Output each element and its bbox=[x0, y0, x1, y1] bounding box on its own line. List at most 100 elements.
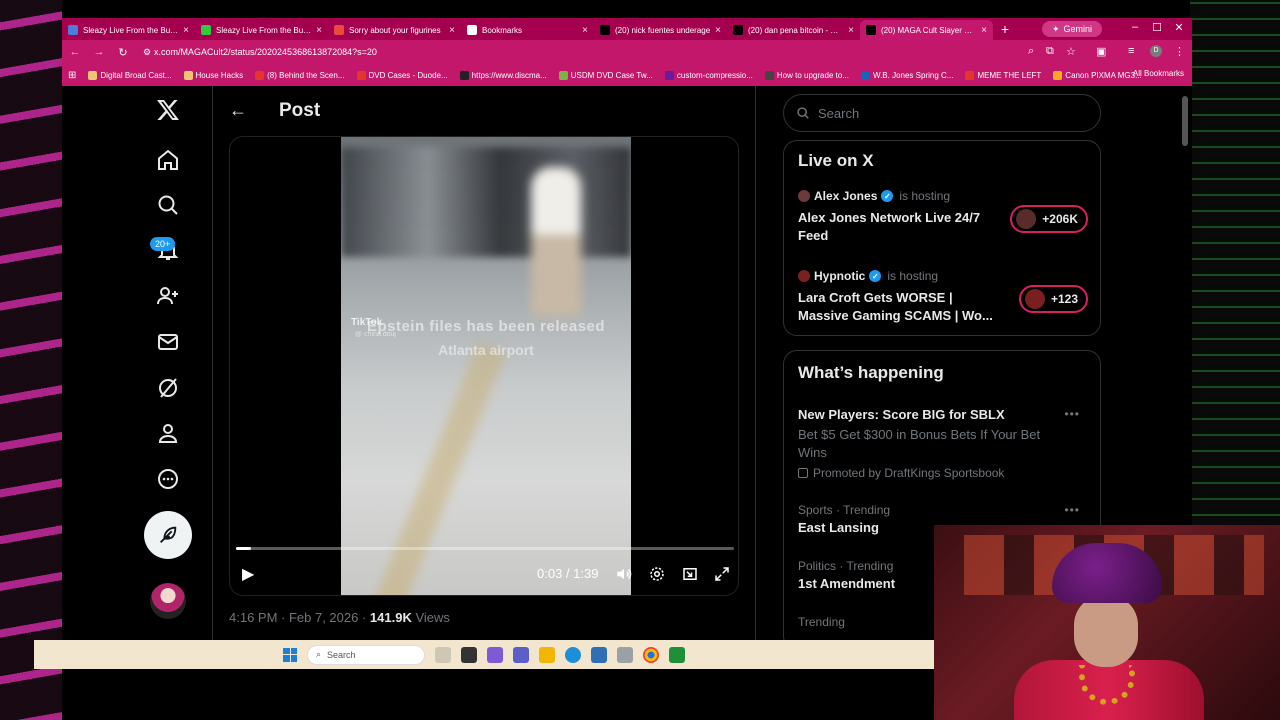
bookmark-item[interactable]: (8) Behind the Scen... bbox=[255, 70, 345, 80]
close-window-icon[interactable]: ✕ bbox=[1170, 21, 1188, 34]
address-bar: ← → ↻ ⚙ x.com/MAGACult2/status/202024536… bbox=[62, 40, 1192, 64]
bookmark-star-icon[interactable]: ☆ bbox=[1066, 45, 1076, 58]
live-listeners-pill[interactable]: +123 bbox=[1018, 285, 1088, 313]
bookmark-favicon-icon bbox=[183, 70, 193, 80]
live-listeners-pill[interactable]: +206K bbox=[1010, 205, 1088, 233]
settings-gear-icon[interactable] bbox=[647, 564, 667, 584]
live-item[interactable]: Hypnotic ✓ is hosting Lara Croft Gets WORS… bbox=[798, 269, 1088, 325]
tab-close-icon[interactable]: × bbox=[981, 25, 987, 36]
browser-tab[interactable]: Sleazy Live From the Bunker × bbox=[62, 20, 195, 40]
menu-icon[interactable]: ⋮ bbox=[1174, 45, 1185, 58]
tab-favicon-icon bbox=[600, 25, 610, 35]
messages-icon[interactable] bbox=[146, 320, 190, 364]
bookmark-item[interactable]: Digital Broad Cast... bbox=[88, 70, 172, 80]
bookmark-label: Canon PIXMA MG3... bbox=[1065, 70, 1142, 80]
back-arrow-icon[interactable]: ← bbox=[227, 99, 249, 121]
browser-tab[interactable]: (20) dan pena bitcoin - Search × bbox=[727, 20, 860, 40]
reload-icon[interactable]: ↻ bbox=[116, 46, 130, 59]
explore-icon[interactable] bbox=[146, 183, 190, 227]
file-explorer-icon[interactable] bbox=[539, 646, 555, 663]
follow-icon[interactable] bbox=[146, 274, 190, 318]
more-options-icon[interactable]: ••• bbox=[1064, 503, 1080, 517]
tab-close-icon[interactable]: × bbox=[183, 25, 189, 36]
play-icon[interactable]: ▶ bbox=[242, 564, 260, 583]
grok-icon[interactable] bbox=[146, 366, 190, 410]
store-icon[interactable] bbox=[591, 646, 607, 663]
all-bookmarks-link[interactable]: All Bookmarks bbox=[1133, 69, 1184, 78]
media-icon[interactable]: ≡ bbox=[1128, 45, 1134, 57]
gemini-button[interactable]: ✦ Gemini bbox=[1041, 21, 1102, 37]
search-input[interactable]: Search bbox=[783, 94, 1101, 132]
profile-icon[interactable]: D bbox=[1150, 45, 1162, 57]
browser-tab[interactable]: (20) nick fuentes underage × bbox=[594, 20, 727, 40]
views-label: Views bbox=[411, 610, 450, 625]
windows-start-icon[interactable] bbox=[283, 647, 297, 662]
teams-icon[interactable] bbox=[513, 646, 529, 663]
tab-favicon-icon bbox=[733, 25, 743, 35]
fullscreen-icon[interactable] bbox=[712, 564, 732, 584]
bookmark-item[interactable]: DVD Cases - Duode... bbox=[356, 70, 448, 80]
tab-label: Sleazy Live From the Bunker bbox=[83, 25, 179, 35]
bookmark-favicon-icon bbox=[860, 70, 870, 80]
widgets-icon[interactable] bbox=[435, 646, 451, 663]
live-item[interactable]: Alex Jones ✓ is hosting Alex Jones Network… bbox=[798, 189, 1088, 245]
post-timestamp[interactable]: 4:16 PM · Feb 7, 2026 · bbox=[229, 610, 370, 625]
volume-icon[interactable] bbox=[614, 564, 634, 584]
bookmark-item[interactable]: MEME THE LEFT bbox=[965, 70, 1041, 80]
bookmark-favicon-icon bbox=[664, 70, 674, 80]
more-options-icon[interactable]: ••• bbox=[1064, 407, 1080, 421]
url-field[interactable]: x.com/MAGACult2/status/20202453686138720… bbox=[154, 44, 1034, 60]
back-icon[interactable]: ← bbox=[68, 46, 82, 58]
video-progress-bar[interactable] bbox=[236, 547, 734, 550]
browser-tab[interactable]: (20) MAGA Cult Slayer on X × bbox=[860, 20, 993, 40]
bookmark-item[interactable]: W.B. Jones Spring C... bbox=[860, 70, 953, 80]
bookmark-item[interactable]: USDM DVD Case Tw... bbox=[558, 70, 653, 80]
taskbar-search[interactable]: ⌕ Search bbox=[307, 644, 425, 665]
tab-label: Bookmarks bbox=[482, 25, 523, 35]
page-scrollbar[interactable] bbox=[1182, 96, 1188, 146]
bookmark-item[interactable]: https://www.discma... bbox=[459, 70, 547, 80]
bookmark-item[interactable]: House Hacks bbox=[183, 70, 243, 80]
share-icon[interactable]: ⧉ bbox=[1046, 45, 1054, 58]
account-avatar[interactable] bbox=[150, 583, 186, 619]
promoted-trend[interactable]: New Players: Score BIG for SBLX Bet $5 G… bbox=[798, 407, 1088, 480]
copilot-icon[interactable] bbox=[487, 646, 503, 663]
bookmark-item[interactable]: custom-compressio... bbox=[664, 70, 753, 80]
taskbar-search-placeholder: Search bbox=[327, 649, 356, 660]
bookmark-favicon-icon bbox=[965, 70, 975, 80]
webcam-hat bbox=[1052, 543, 1162, 603]
more-icon[interactable] bbox=[146, 457, 190, 501]
site-info-icon[interactable]: ⚙ bbox=[140, 47, 154, 58]
host-avatar bbox=[798, 190, 810, 202]
edge-icon[interactable] bbox=[565, 646, 581, 663]
browser-tab[interactable]: Sleazy Live From the Bunker × bbox=[195, 20, 328, 40]
profile-nav-icon[interactable] bbox=[146, 411, 190, 455]
bookmark-item[interactable]: How to upgrade to... bbox=[764, 70, 849, 80]
maximize-icon[interactable]: ☐ bbox=[1148, 21, 1166, 34]
minimize-icon[interactable]: – bbox=[1126, 21, 1144, 33]
settings-icon[interactable] bbox=[617, 646, 633, 663]
picture-in-picture-icon[interactable] bbox=[680, 564, 700, 584]
x-logo-icon[interactable] bbox=[146, 88, 190, 132]
apps-icon[interactable]: ⊞ bbox=[68, 70, 76, 81]
compose-post-button[interactable] bbox=[144, 511, 192, 559]
tab-close-icon[interactable]: × bbox=[582, 25, 588, 36]
browser-tab[interactable]: Bookmarks × bbox=[461, 20, 594, 40]
extension-icon[interactable]: ▣ bbox=[1096, 45, 1106, 58]
search-icon[interactable]: ⌕ bbox=[1028, 45, 1034, 58]
new-tab-icon[interactable]: + bbox=[993, 21, 1017, 37]
tab-close-icon[interactable]: × bbox=[848, 25, 854, 36]
app-icon[interactable] bbox=[669, 646, 685, 663]
task-view-icon[interactable] bbox=[461, 646, 477, 663]
browser-tab[interactable]: Sorry about your figurines × bbox=[328, 20, 461, 40]
home-icon[interactable] bbox=[146, 138, 190, 182]
forward-icon[interactable]: → bbox=[92, 46, 106, 58]
tab-close-icon[interactable]: × bbox=[316, 25, 322, 36]
tab-close-icon[interactable]: × bbox=[715, 25, 721, 36]
tab-close-icon[interactable]: × bbox=[449, 25, 455, 36]
chrome-icon[interactable] bbox=[643, 646, 659, 663]
hosting-label: is hosting bbox=[887, 269, 939, 283]
video-player[interactable]: TikTok @ china.douj Epstein files has be… bbox=[229, 136, 739, 596]
bookmark-item[interactable]: Canon PIXMA MG3... bbox=[1053, 70, 1142, 80]
search-icon bbox=[797, 107, 809, 119]
